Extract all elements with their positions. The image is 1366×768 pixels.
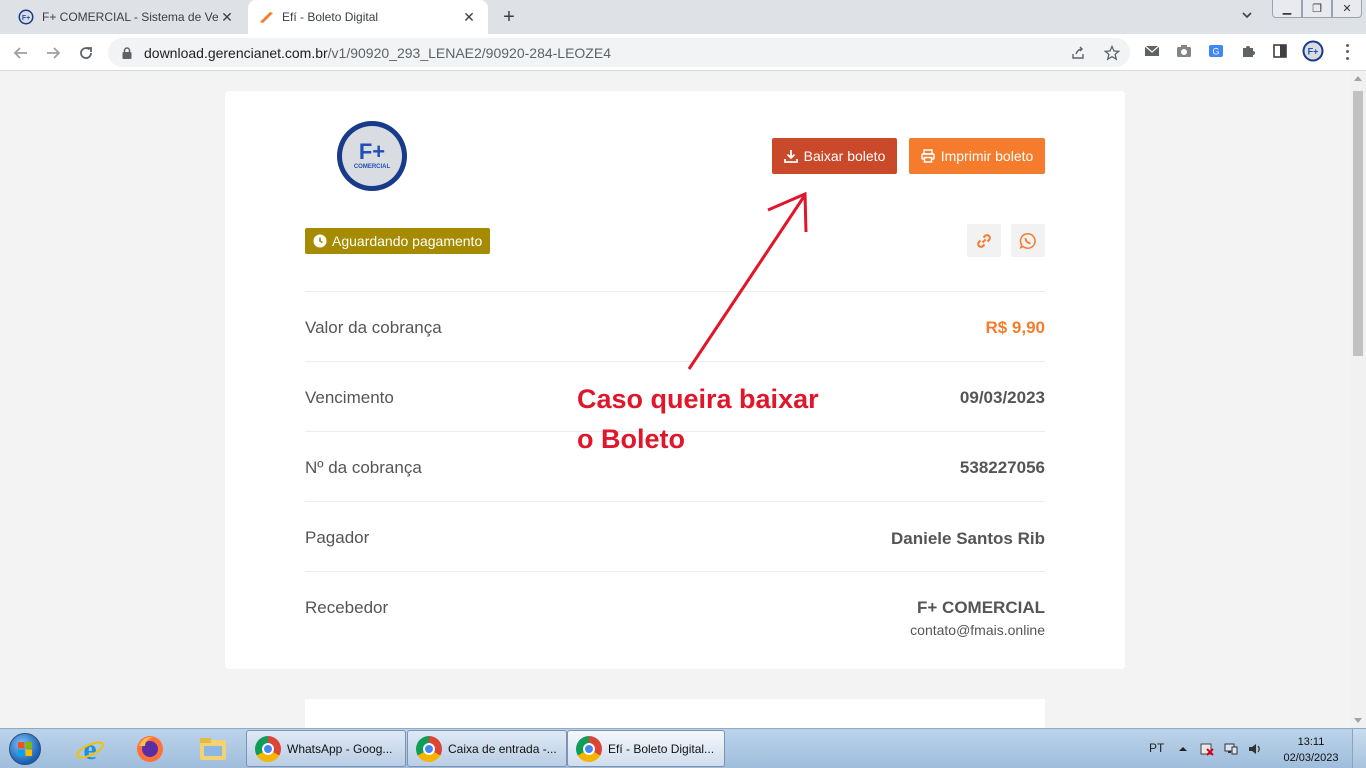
print-boleto-button[interactable]: Imprimir boleto xyxy=(909,138,1045,174)
mail-icon[interactable] xyxy=(1143,42,1161,60)
barcode-panel xyxy=(305,699,1045,728)
status-text: Aguardando pagamento xyxy=(332,233,483,249)
taskbar-item-whatsapp[interactable]: WhatsApp - Goog... xyxy=(246,730,406,767)
row-pagador: Pagador Daniele Santos Rib xyxy=(305,501,1045,571)
logo-word: COMERCIAL xyxy=(353,164,391,170)
page-scrollbar[interactable] xyxy=(1350,71,1366,728)
logo-mark: F+ xyxy=(358,139,386,164)
download-icon xyxy=(783,150,798,163)
row-value: 09/03/2023 xyxy=(959,388,1045,407)
link-icon xyxy=(977,233,991,248)
internet-explorer-icon[interactable]: e xyxy=(62,731,118,767)
close-tab-icon[interactable]: ✕ xyxy=(460,8,478,26)
fplus-icon: F+ xyxy=(18,9,34,25)
row-label: Nº da cobrança xyxy=(305,458,422,477)
clock-time: 13:11 xyxy=(1297,736,1325,748)
bookmark-star-icon[interactable] xyxy=(1104,45,1120,61)
chrome-icon xyxy=(416,735,442,762)
row-valor: Valor da cobrança R$ 9,90 xyxy=(305,291,1045,361)
company-logo: F+ COMERCIAL xyxy=(337,121,407,191)
share-icon[interactable] xyxy=(1070,45,1086,61)
profile-avatar[interactable]: F+ xyxy=(1302,40,1324,62)
efi-icon xyxy=(260,12,273,23)
clock-date: 02/03/2023 xyxy=(1283,752,1339,764)
reload-icon[interactable] xyxy=(74,41,98,65)
camera-icon[interactable] xyxy=(1175,42,1193,60)
row-recebedor: Recebedor F+ COMERCIAL contato@fmais.onl… xyxy=(305,571,1045,651)
row-value: 538227056 xyxy=(959,458,1045,477)
close-tab-icon[interactable]: ✕ xyxy=(218,8,236,26)
action-center-icon[interactable] xyxy=(1200,742,1214,756)
task-label: WhatsApp - Goog... xyxy=(287,741,393,756)
row-label: Vencimento xyxy=(305,388,394,407)
forward-icon[interactable] xyxy=(41,41,65,65)
extensions-puzzle-icon[interactable] xyxy=(1239,42,1257,60)
row-value: F+ COMERCIAL xyxy=(917,598,1045,617)
download-label: Baixar boleto xyxy=(803,148,886,164)
tray-expand-icon[interactable] xyxy=(1176,742,1190,756)
taskbar-item-boleto[interactable]: Efí - Boleto Digital... xyxy=(567,730,725,767)
chrome-icon xyxy=(255,735,281,762)
task-label: Caixa de entrada -... xyxy=(448,741,557,756)
chevron-down-icon[interactable] xyxy=(1237,8,1257,28)
whatsapp-icon xyxy=(1019,232,1036,249)
tab-title: Efí - Boleto Digital xyxy=(282,10,379,24)
row-value: Daniele Santos Rib xyxy=(891,529,1045,548)
new-tab-icon[interactable]: + xyxy=(498,6,520,28)
file-explorer-icon[interactable] xyxy=(185,731,241,767)
svg-text:F+: F+ xyxy=(1308,47,1319,57)
restore-icon[interactable]: ❐ xyxy=(1302,0,1332,18)
tab-fplus-comercial[interactable]: F+ F+ COMERCIAL - Sistema de Ven ✕ xyxy=(8,0,246,34)
volume-icon[interactable] xyxy=(1248,742,1262,756)
tab-title: F+ COMERCIAL - Sistema de Ven xyxy=(42,10,218,24)
back-icon[interactable] xyxy=(9,41,33,65)
taskbar-item-caixa[interactable]: Caixa de entrada -... xyxy=(407,730,567,767)
firefox-icon[interactable] xyxy=(122,731,178,767)
recebedor-email: contato@fmais.online xyxy=(910,622,1045,638)
chrome-icon xyxy=(576,735,602,762)
scroll-up-icon[interactable] xyxy=(1354,76,1362,81)
tab-boleto-digital[interactable]: Efí - Boleto Digital ✕ xyxy=(248,0,488,34)
start-button[interactable] xyxy=(4,731,46,767)
lock-icon xyxy=(122,46,132,59)
clock-icon xyxy=(313,234,327,248)
translate-icon[interactable]: G xyxy=(1207,42,1225,60)
svg-text:G: G xyxy=(1212,47,1219,57)
print-label: Imprimir boleto xyxy=(940,148,1034,164)
row-label: Valor da cobrança xyxy=(305,318,442,337)
page-viewport: F+ COMERCIAL Baixar boleto Imprimir bole… xyxy=(0,71,1350,728)
row-value: R$ 9,90 xyxy=(985,318,1045,337)
barcode-section xyxy=(225,669,1125,728)
row-label: Recebedor xyxy=(305,598,389,617)
kebab-menu-icon[interactable] xyxy=(1338,42,1356,62)
row-label: Pagador xyxy=(305,528,370,547)
task-label: Efí - Boleto Digital... xyxy=(608,741,715,756)
side-panel-icon[interactable] xyxy=(1271,42,1289,60)
annotation-text: Caso queira baixar o Boleto xyxy=(577,384,819,454)
svg-text:F+: F+ xyxy=(22,15,30,22)
system-clock[interactable]: 13:11 02/03/2023 xyxy=(1278,734,1344,766)
svg-text:e: e xyxy=(83,734,96,764)
show-desktop-button[interactable] xyxy=(1352,729,1366,768)
window-controls: ▁ ❐ ✕ xyxy=(1272,0,1362,18)
whatsapp-share-button[interactable] xyxy=(1011,224,1045,257)
address-bar[interactable]: download.gerencianet.com.br/v1/90920_293… xyxy=(108,38,1130,67)
scroll-thumb[interactable] xyxy=(1353,91,1363,356)
minimize-icon[interactable]: ▁ xyxy=(1272,0,1302,18)
scroll-down-icon[interactable] xyxy=(1354,718,1362,723)
close-window-icon[interactable]: ✕ xyxy=(1332,0,1362,18)
network-icon[interactable] xyxy=(1224,742,1238,756)
windows-logo-icon xyxy=(9,733,41,765)
url-text: download.gerencianet.com.br/v1/90920_293… xyxy=(144,44,611,61)
tab-strip: F+ F+ COMERCIAL - Sistema de Ven ✕ Efí -… xyxy=(0,0,1366,34)
printer-icon xyxy=(920,149,935,163)
browser-toolbar: download.gerencianet.com.br/v1/90920_293… xyxy=(0,34,1366,71)
language-indicator[interactable]: PT xyxy=(1149,741,1164,755)
windows-taskbar: e WhatsApp - Goog... Caixa de entrada -.… xyxy=(0,728,1366,768)
download-boleto-button[interactable]: Baixar boleto xyxy=(772,138,897,174)
copy-link-button[interactable] xyxy=(967,224,1001,257)
status-badge: Aguardando pagamento xyxy=(305,228,490,254)
